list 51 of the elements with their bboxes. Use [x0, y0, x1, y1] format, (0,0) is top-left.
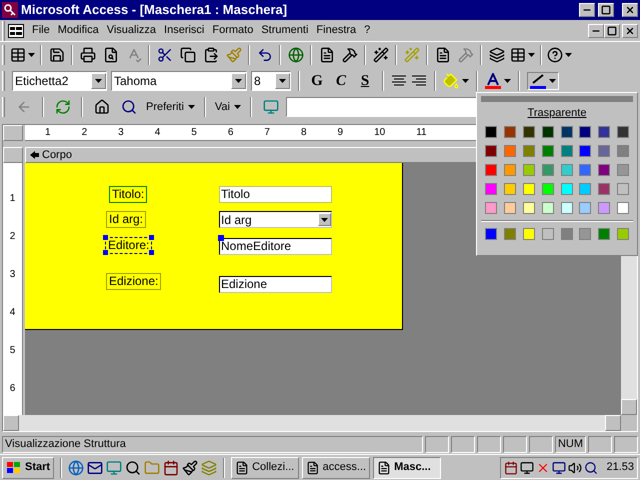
menu-item[interactable]: Inserisci [160, 22, 208, 39]
favorites-button[interactable]: Preferiti [144, 98, 197, 116]
font-size-dropdown[interactable]: 8 [251, 71, 291, 91]
ruler-number: 4 [154, 126, 160, 138]
form-label[interactable]: Id arg: [106, 211, 146, 228]
style-button[interactable]: G [307, 70, 327, 92]
form-label[interactable]: Edizione: [106, 273, 162, 290]
ruler-number: 3 [10, 269, 16, 281]
status-indicator: NUM [554, 436, 586, 452]
ruler-number: 2 [10, 231, 16, 243]
style-button[interactable]: C [331, 70, 351, 92]
ruler-number: 3 [118, 126, 124, 138]
style-button[interactable]: S [355, 70, 375, 92]
form-combo-box[interactable]: Id arg [219, 211, 332, 228]
ruler-number: 8 [300, 126, 306, 138]
status-text: Visualizzazione Struttura [2, 436, 423, 452]
ruler-number: 10 [374, 126, 386, 138]
ruler-number: 9 [338, 126, 344, 138]
ruler-number: 4 [10, 307, 16, 319]
menu-item[interactable]: Formato [208, 22, 258, 39]
object-dropdown[interactable]: Etichetta2 [12, 71, 107, 91]
ruler-number: 7 [264, 126, 270, 138]
form-text-field[interactable]: NomeEditore [219, 238, 332, 255]
start-button[interactable]: Start [2, 456, 54, 478]
section-title: Corpo [42, 148, 72, 163]
taskbar-button[interactable]: Masc... [373, 456, 442, 478]
ruler-number: 11 [416, 126, 427, 138]
clock: 21.53 [606, 460, 634, 476]
ruler-number: 1 [10, 193, 16, 205]
menu-item[interactable]: Modifica [54, 22, 103, 39]
menu-item[interactable]: ? [360, 22, 374, 39]
form-text-field[interactable]: Edizione [219, 276, 332, 293]
menu-item[interactable]: Finestra [312, 22, 360, 39]
go-button[interactable]: Vai [212, 98, 243, 116]
menu-item[interactable]: Strumenti [257, 22, 312, 39]
ruler-number: 6 [10, 383, 16, 395]
form-label[interactable]: Editore: [105, 237, 152, 254]
menu-item[interactable]: File [28, 22, 54, 39]
ruler-number: 5 [191, 126, 197, 138]
menu-item[interactable]: Visualizza [102, 22, 160, 39]
ruler-number: 5 [10, 345, 16, 357]
ruler-number: 6 [228, 126, 234, 138]
ruler-number: 2 [82, 126, 88, 138]
taskbar-button[interactable]: Collezi... [231, 456, 300, 478]
form-text-field[interactable]: Titolo [219, 186, 332, 203]
ruler-number: 1 [45, 126, 51, 138]
window-title: Microsoft Access - [Maschera1 : Maschera] [21, 1, 288, 20]
font-dropdown[interactable]: Tahoma [111, 71, 247, 91]
transparent-button[interactable]: Trasparente [481, 102, 633, 124]
taskbar-button[interactable]: access... [302, 456, 370, 478]
form-label[interactable]: Titolo: [109, 186, 148, 203]
